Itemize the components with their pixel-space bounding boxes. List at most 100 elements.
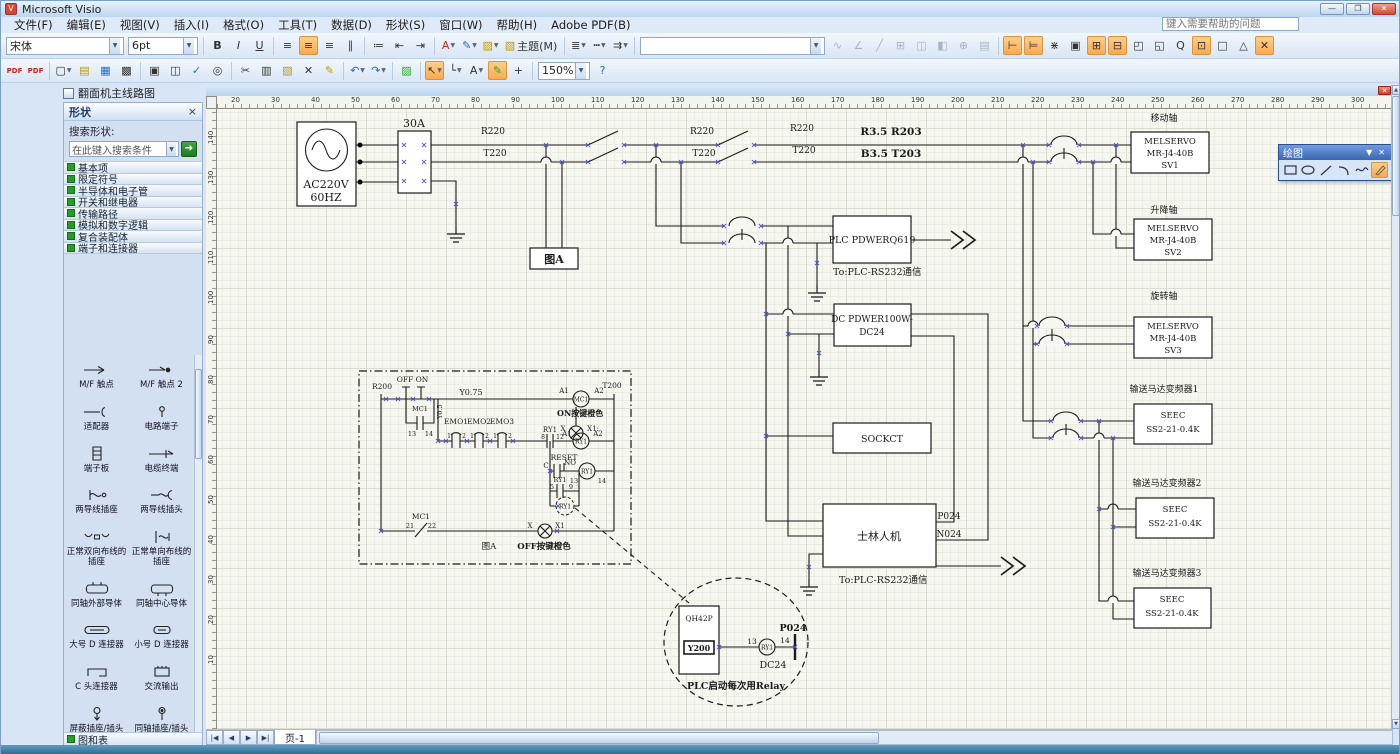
- cut-button[interactable]: ✂: [236, 61, 255, 80]
- shape-master-13[interactable]: 小号 D 连接器: [129, 615, 194, 657]
- new-drawing-button[interactable]: ▢▼: [54, 61, 73, 80]
- restore-button[interactable]: ❐: [1346, 3, 1370, 15]
- prev-page-button[interactable]: ◀: [223, 730, 240, 745]
- zoom-window-button[interactable]: Q: [1171, 36, 1190, 55]
- shape-master-1[interactable]: M/F 触点 2: [129, 355, 194, 397]
- sockct-shape[interactable]: SOCKCT: [833, 423, 931, 453]
- drawing-toolbar-header[interactable]: 绘图 ▼ ✕: [1279, 145, 1391, 160]
- triangle-tool-button[interactable]: △: [1234, 36, 1253, 55]
- toolbar-options-icon[interactable]: ▼: [1364, 148, 1374, 157]
- drawing-canvas[interactable]: AC220V 60HZ 30A: [206, 85, 1393, 729]
- shape-master-12[interactable]: 大号 D 连接器: [64, 615, 129, 657]
- print-button[interactable]: ▣: [145, 61, 164, 80]
- servo-sv2-shape[interactable]: 升降轴 MELSERVO MR-J4-40B SV2: [1134, 204, 1212, 260]
- shape-master-6[interactable]: 两导线插座: [64, 480, 129, 522]
- drawing-aids-button[interactable]: ▣: [1066, 36, 1085, 55]
- horizontal-scrollbar[interactable]: [316, 730, 1393, 745]
- delete-button[interactable]: ✕: [299, 61, 318, 80]
- menu-item-1[interactable]: 编辑(E): [60, 17, 113, 33]
- inverter-1-shape[interactable]: 输送马达变频器1 SEEC SS2-21-0.4K: [1130, 383, 1212, 444]
- line-pattern-button[interactable]: ┅▼: [590, 36, 609, 55]
- relay-detail-shape[interactable]: QH42P Y200 13 RY1 14 P024 DC24 PLC启动每次用R…: [664, 578, 808, 706]
- insert-picture-button[interactable]: ▨: [397, 61, 416, 80]
- arc-draw-tool[interactable]: [1335, 162, 1352, 178]
- align-right-button[interactable]: ≡: [320, 36, 339, 55]
- close-button[interactable]: ✕: [1372, 3, 1396, 15]
- align-center-button[interactable]: ≡: [299, 36, 318, 55]
- horizontal-scroll-thumb[interactable]: [319, 732, 879, 744]
- line-draw-tool[interactable]: [1318, 162, 1335, 178]
- spelling-button[interactable]: ✓: [187, 61, 206, 80]
- pan-window-button[interactable]: ◰: [1129, 36, 1148, 55]
- pan-zoom-button[interactable]: +: [509, 61, 528, 80]
- snap-toggle-button[interactable]: ⊢: [1003, 36, 1022, 55]
- open-button[interactable]: ▤: [75, 61, 94, 80]
- undo-button[interactable]: ↶▼: [348, 61, 367, 80]
- next-page-button[interactable]: ▶: [240, 730, 257, 745]
- help-button[interactable]: ?: [593, 61, 612, 80]
- ac-source-shape[interactable]: AC220V 60HZ: [297, 122, 356, 206]
- redo-button[interactable]: ↷▼: [369, 61, 388, 80]
- bold-button[interactable]: B: [208, 36, 227, 55]
- pdf-convert-button[interactable]: PDF: [5, 61, 24, 80]
- inverter-3-shape[interactable]: 输送马达变频器3 SEEC SS2-21-0.4K: [1133, 567, 1211, 628]
- italic-button[interactable]: I: [229, 36, 248, 55]
- shape-master-14[interactable]: C 头连接器: [64, 657, 129, 699]
- menu-item-2[interactable]: 视图(V): [113, 17, 167, 33]
- connector-tool-button[interactable]: └▼: [446, 61, 465, 80]
- shapes-panel-close-icon[interactable]: ×: [188, 105, 197, 118]
- stencil-bar-7[interactable]: 端子和连接器: [64, 243, 202, 255]
- text-tool-button[interactable]: A▼: [467, 61, 486, 80]
- inverter-2-shape[interactable]: 输送马达变频器2 SEEC SS2-21-0.4K: [1133, 477, 1214, 538]
- shape-master-11[interactable]: 同轴中心导体: [129, 574, 194, 616]
- shape-master-0[interactable]: M/F 触点: [64, 355, 129, 397]
- servo-sv1-shape[interactable]: 移动轴 MELSERVO MR-J4-40B SV1: [1131, 112, 1209, 173]
- menu-item-3[interactable]: 插入(I): [167, 17, 216, 33]
- line-weight-button[interactable]: ≣▼: [569, 36, 588, 55]
- scroll-down-icon[interactable]: ▼: [1392, 719, 1400, 729]
- ellipse-draw-tool[interactable]: [1300, 162, 1317, 178]
- dc-power-shape[interactable]: DC PDWER100W- DC24: [831, 304, 913, 346]
- style-combo[interactable]: ▼: [640, 37, 825, 55]
- copy-button[interactable]: ▥: [257, 61, 276, 80]
- decrease-indent-button[interactable]: ⇤: [390, 36, 409, 55]
- underline-button[interactable]: U: [250, 36, 269, 55]
- font-color-button[interactable]: A▼: [439, 36, 458, 55]
- menu-item-10[interactable]: Adobe PDF(B): [544, 17, 637, 33]
- align-left-button[interactable]: ≡: [278, 36, 297, 55]
- ladder-detail-shape[interactable]: R200 T200 OFF ON MC1 13 14 Y0.75 Y0.5 A1: [359, 371, 631, 564]
- shapes-scrollbar[interactable]: [194, 355, 202, 732]
- pointer-tool-button[interactable]: ↖▼: [425, 61, 444, 80]
- shape-master-3[interactable]: 电路端子: [129, 397, 194, 439]
- no-glue-button[interactable]: ⋇: [1045, 36, 1064, 55]
- freeform-tool-button[interactable]: ✎: [488, 61, 507, 80]
- pencil-draw-tool[interactable]: [1371, 162, 1388, 178]
- shape-master-8[interactable]: 正常双向布线的插座: [64, 522, 129, 574]
- permission-button[interactable]: ▩: [117, 61, 136, 80]
- menu-item-7[interactable]: 形状(S): [379, 17, 432, 33]
- menu-item-4[interactable]: 格式(O): [216, 17, 271, 33]
- stencil-charts-tables[interactable]: 图和表: [64, 732, 202, 745]
- circuit-diagram[interactable]: AC220V 60HZ 30A: [206, 85, 1393, 729]
- theme-button[interactable]: ▧主题(M): [502, 36, 560, 55]
- vertical-scroll-thumb[interactable]: [1392, 96, 1400, 216]
- shape-search-input[interactable]: 在此键入搜索条件▼: [69, 141, 179, 157]
- shape-master-5[interactable]: 电缆终端: [129, 439, 194, 481]
- shape-master-15[interactable]: 交流输出: [129, 657, 194, 699]
- servo-sv3-shape[interactable]: 旋转轴 MELSERVO MR-J4-40B SV3: [1134, 290, 1212, 358]
- shape-master-7[interactable]: 两导线插头: [129, 480, 194, 522]
- drawing-close-icon[interactable]: ✕: [1378, 86, 1391, 95]
- minimize-button[interactable]: —: [1320, 3, 1344, 15]
- shape-master-17[interactable]: 同轴插座/插头: [129, 699, 194, 732]
- shape-master-4[interactable]: 端子板: [64, 439, 129, 481]
- menu-item-0[interactable]: 文件(F): [7, 17, 60, 33]
- menu-item-5[interactable]: 工具(T): [271, 17, 324, 33]
- print-preview-button[interactable]: ◫: [166, 61, 185, 80]
- page-tab[interactable]: 页-1: [274, 730, 316, 745]
- figure-a-ref-shape[interactable]: 图A: [530, 248, 578, 269]
- last-page-button[interactable]: ▶|: [257, 730, 274, 745]
- size-position-window-button[interactable]: ⊟: [1108, 36, 1127, 55]
- fill-color-button[interactable]: ▨▼: [481, 36, 500, 55]
- vertical-scrollbar[interactable]: ▲ ▼: [1391, 85, 1399, 729]
- line-ends-button[interactable]: ⇉▼: [611, 36, 630, 55]
